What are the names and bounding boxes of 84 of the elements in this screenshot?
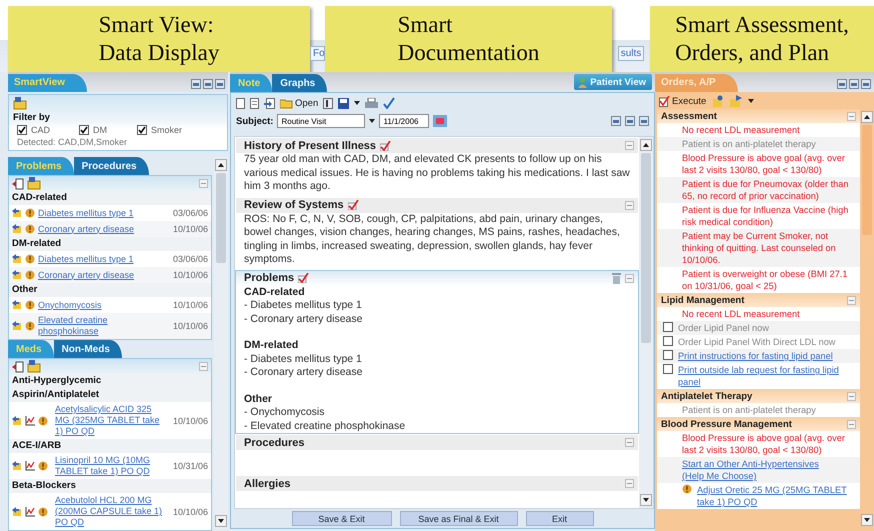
date-text: 10/31/06: [172, 461, 208, 471]
patient-view-button[interactable]: Patient View: [574, 74, 652, 90]
group-heading: Other: [9, 283, 211, 297]
section-heading: Lipid Management: [661, 294, 744, 306]
panel-tab[interactable]: Procedures: [74, 157, 149, 175]
subsection-heading: Other: [243, 392, 274, 406]
alert-text: Patient is due for Pneumovax (older than 65, no record of prior vaccination): [682, 178, 850, 202]
problem-text: - Diabetes mellitus type 1: [243, 299, 363, 312]
open-button[interactable]: Open: [280, 98, 318, 108]
section-title: Allergies: [244, 478, 290, 490]
section-title: History of Present Illness: [244, 140, 376, 152]
footer-button[interactable]: Save & Exit: [292, 511, 392, 526]
date-text: 10/10/06: [172, 321, 208, 331]
footer-button[interactable]: Save as Final & Exit: [400, 511, 518, 526]
problem-text: - Coronary artery disease: [243, 366, 364, 380]
note-text: Patient is on anti-platelet therapy: [682, 404, 816, 416]
note-section[interactable]: Problems CAD-related - Diabetes mellitus type 1 - Coronary artery disease DM-related - Diabetes mellitus type 1 - Coronary artery disease Other - Onychomycosis - Elevated creatine phosphokinase: [235, 270, 639, 434]
alert-text: No recent LDL measurement: [682, 124, 800, 136]
subject-label: Subject:: [236, 116, 274, 126]
section-text: 75 year old man with CAD, DM, and elevated CK presents to follow up on his various medical issues. He is having no problems taking his medications. I last saw him 3 months ago.: [243, 153, 631, 194]
callout-banner: Smart Assessment, Orders, and Plan: [650, 6, 874, 72]
group-heading: ACE-I/ARB: [9, 439, 211, 453]
medication-link[interactable]: Lisinopril 10 MG (10MG TABLET take 1) PO QD: [55, 455, 166, 477]
filter-label: Filter by: [13, 112, 51, 123]
detected-text: Detected: CAD,DM,Smoker: [16, 137, 128, 147]
problem-text: - Diabetes mellitus type 1: [243, 352, 363, 366]
panel-tab[interactable]: Non-Meds: [54, 340, 122, 358]
problem-text: - Onychomycosis: [243, 406, 326, 420]
date-text: 03/06/06: [172, 254, 208, 264]
help-link[interactable]: (Help Me Choose): [682, 470, 757, 482]
date-text: 03/06/06: [172, 208, 208, 218]
problem-link[interactable]: Diabetes mellitus type 1: [38, 208, 134, 218]
order-label: Order Lipid Panel now: [678, 322, 769, 334]
problem-link[interactable]: Elevated creatine phosphokinase: [38, 315, 170, 337]
section-text: ROS: No F, C, N, V, SOB, cough, CP, palpitations, abd pain, urinary changes, bowel changes, vision changes, hearing changes, MS pains, rashes, headaches, tingling in limbs, increased sweating, depression, swollen glands, hay fever symptoms.: [243, 212, 621, 267]
subsection-heading: DM-related: [243, 339, 300, 352]
group-heading: Anti-Hyperglycemic: [9, 374, 211, 388]
callout-banner: Smart View: Data Display: [8, 6, 310, 72]
date-text: 10/10/06: [172, 506, 208, 516]
panel-tab[interactable]: Graphs: [272, 74, 328, 92]
section-heading: Assessment: [661, 110, 717, 122]
group-heading: DM-related: [9, 237, 211, 251]
problem-link[interactable]: Diabetes mellitus type 1: [38, 254, 134, 264]
problem-link[interactable]: Coronary artery disease: [38, 270, 134, 280]
note-text: Patient is on anti-platelet therapy: [682, 138, 816, 150]
section-heading: Blood Pressure Management: [661, 418, 792, 430]
problem-text: - Elevated creatine phosphokinase: [243, 420, 406, 433]
date-field[interactable]: 11/1/2006: [379, 114, 430, 128]
checkbox-label: DM: [93, 125, 107, 135]
alert-text: Patient is overweight or obese (BMI 27.1 on 10/31/06, goal < 25): [682, 268, 848, 292]
alert-text: Blood Pressure is above goal (avg. over last 2 visits 130/80, goal < 130/80): [682, 152, 846, 176]
medication-link[interactable]: Acebutolol HCL 200 MG (200MG CAPSULE take 1) PO QD: [55, 495, 166, 528]
problem-link[interactable]: Onychomycosis: [38, 300, 102, 310]
date-text: 10/10/06: [172, 224, 208, 234]
note-section[interactable]: Allergies: [235, 475, 639, 508]
medication-link[interactable]: Acetylsalicylic ACID 325 MG (325MG TABLET take 1) PO QD: [55, 404, 166, 437]
note-section[interactable]: Procedures: [235, 434, 639, 475]
callout-banner: Smart Documentation: [325, 6, 612, 72]
order-label: Order Lipid Panel With Direct LDL now: [678, 336, 836, 348]
section-title: Procedures: [244, 436, 305, 448]
footer-button[interactable]: Exit: [526, 511, 594, 526]
date-text: 10/10/06: [172, 270, 208, 280]
problem-text: - Coronary artery disease: [243, 312, 364, 326]
section-title: Review of Systems: [244, 199, 344, 211]
group-heading: CAD-related: [9, 191, 211, 205]
execute-button[interactable]: Execute: [659, 96, 706, 106]
group-heading: Aspirin/Antiplatelet: [9, 388, 211, 402]
group-heading: Beta-Blockers: [9, 479, 211, 493]
date-text: 10/10/06: [172, 416, 208, 426]
alert-text: Patient is due for Influenza Vaccine (high risk medical condition): [682, 204, 850, 228]
alert-text: Patient may be Current Smoker, not thinking of quitting. Last counseled on 10/10/06.: [682, 230, 837, 266]
date-text: 10/10/06: [172, 300, 208, 310]
tab[interactable]: Fo: [310, 46, 325, 61]
checkbox-label: Smoker: [151, 125, 182, 135]
section-heading: Antiplatelet Therapy: [661, 390, 752, 402]
checkbox-label: CAD: [31, 125, 50, 135]
order-link[interactable]: Start an Other Anti-Hypertensives: [682, 458, 819, 470]
problem-link[interactable]: Coronary artery disease: [38, 224, 134, 234]
section-title: Problems: [244, 272, 294, 284]
tab[interactable]: sults: [618, 46, 644, 61]
alert-text: No recent LDL measurement: [682, 308, 800, 320]
alert-text: Blood Pressure is above goal (avg. over last 2 visits 130/80, goal < 130/80): [682, 432, 846, 456]
subsection-heading: CAD-related: [243, 286, 306, 299]
subject-field[interactable]: Routine Visit: [277, 114, 366, 128]
